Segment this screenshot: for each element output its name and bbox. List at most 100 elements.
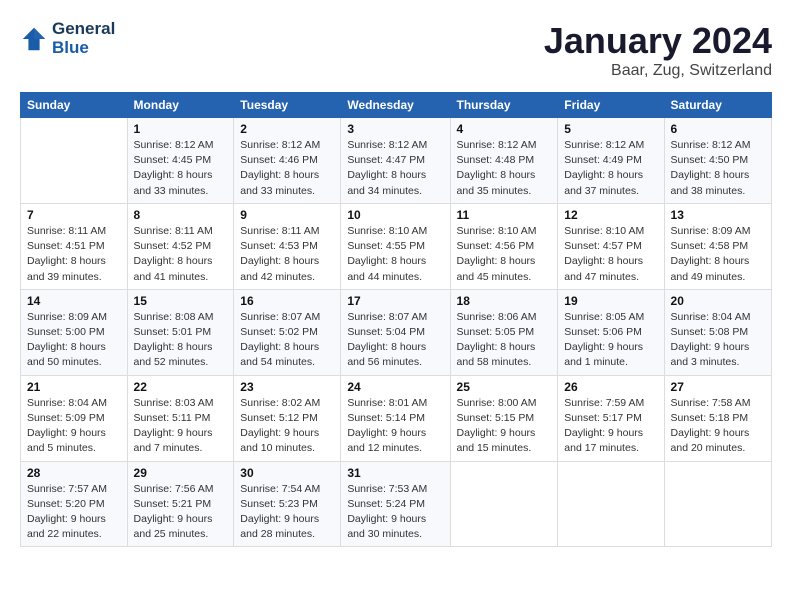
calendar-cell: 19 Sunrise: 8:05 AMSunset: 5:06 PMDayligh…	[558, 289, 664, 375]
header-saturday: Saturday	[664, 93, 771, 118]
day-number: 7	[27, 208, 121, 222]
calendar-cell: 27 Sunrise: 7:58 AMSunset: 5:18 PMDayligh…	[664, 375, 771, 461]
logo: General Blue	[20, 20, 115, 57]
calendar-week-row: 1Sunrise: 8:12 AMSunset: 4:45 PMDaylight…	[21, 118, 772, 204]
title-block: January 2024 Baar, Zug, Switzerland	[544, 20, 772, 80]
day-number: 2	[240, 122, 334, 136]
day-info: Sunrise: 7:57 AMSunset: 5:20 PMDaylight:…	[27, 482, 121, 543]
calendar-cell: 25 Sunrise: 8:00 AMSunset: 5:15 PMDayligh…	[450, 375, 558, 461]
day-info: Sunrise: 8:09 AMSunset: 4:58 PMDaylight:…	[671, 224, 765, 285]
calendar-week-row: 7 Sunrise: 8:11 AMSunset: 4:51 PMDaylight…	[21, 203, 772, 289]
day-number: 12	[564, 208, 657, 222]
day-info: Sunrise: 8:10 AMSunset: 4:56 PMDaylight:…	[457, 224, 552, 285]
calendar-cell: 24 Sunrise: 8:01 AMSunset: 5:14 PMDayligh…	[341, 375, 450, 461]
day-info: Sunrise: 8:12 AMSunset: 4:48 PMDaylight:…	[457, 138, 552, 199]
calendar-cell: 30 Sunrise: 7:54 AMSunset: 5:23 PMDayligh…	[234, 461, 341, 547]
header-monday: Monday	[127, 93, 234, 118]
day-info: Sunrise: 8:12 AMSunset: 4:49 PMDaylight:…	[564, 138, 657, 199]
calendar-cell: 1Sunrise: 8:12 AMSunset: 4:45 PMDaylight…	[127, 118, 234, 204]
day-info: Sunrise: 8:03 AMSunset: 5:11 PMDaylight:…	[134, 396, 228, 457]
day-info: Sunrise: 8:06 AMSunset: 5:05 PMDaylight:…	[457, 310, 552, 371]
header-wednesday: Wednesday	[341, 93, 450, 118]
header-sunday: Sunday	[21, 93, 128, 118]
day-info: Sunrise: 8:04 AMSunset: 5:08 PMDaylight:…	[671, 310, 765, 371]
day-number: 27	[671, 380, 765, 394]
header-friday: Friday	[558, 93, 664, 118]
day-number: 6	[671, 122, 765, 136]
day-info: Sunrise: 7:59 AMSunset: 5:17 PMDaylight:…	[564, 396, 657, 457]
day-number: 13	[671, 208, 765, 222]
calendar-cell	[664, 461, 771, 547]
calendar-cell: 15 Sunrise: 8:08 AMSunset: 5:01 PMDayligh…	[127, 289, 234, 375]
day-info: Sunrise: 8:10 AMSunset: 4:57 PMDaylight:…	[564, 224, 657, 285]
day-info: Sunrise: 7:58 AMSunset: 5:18 PMDaylight:…	[671, 396, 765, 457]
calendar-cell	[450, 461, 558, 547]
day-number: 26	[564, 380, 657, 394]
calendar-cell: 26 Sunrise: 7:59 AMSunset: 5:17 PMDayligh…	[558, 375, 664, 461]
day-number: 23	[240, 380, 334, 394]
day-number: 30	[240, 466, 334, 480]
day-info: Sunrise: 7:54 AMSunset: 5:23 PMDaylight:…	[240, 482, 334, 543]
calendar-cell: 8 Sunrise: 8:11 AMSunset: 4:52 PMDaylight…	[127, 203, 234, 289]
calendar-cell: 7 Sunrise: 8:11 AMSunset: 4:51 PMDaylight…	[21, 203, 128, 289]
day-number: 19	[564, 294, 657, 308]
calendar-cell: 23Sunrise: 8:02 AMSunset: 5:12 PMDayligh…	[234, 375, 341, 461]
day-info: Sunrise: 8:11 AMSunset: 4:51 PMDaylight:…	[27, 224, 121, 285]
day-info: Sunrise: 8:12 AMSunset: 4:50 PMDaylight:…	[671, 138, 765, 199]
day-info: Sunrise: 8:00 AMSunset: 5:15 PMDaylight:…	[457, 396, 552, 457]
calendar-cell	[558, 461, 664, 547]
calendar-cell: 28Sunrise: 7:57 AMSunset: 5:20 PMDayligh…	[21, 461, 128, 547]
calendar-table: Sunday Monday Tuesday Wednesday Thursday…	[20, 92, 772, 547]
calendar-cell: 6 Sunrise: 8:12 AMSunset: 4:50 PMDaylight…	[664, 118, 771, 204]
header-thursday: Thursday	[450, 93, 558, 118]
day-info: Sunrise: 8:11 AMSunset: 4:52 PMDaylight:…	[134, 224, 228, 285]
day-number: 18	[457, 294, 552, 308]
calendar-cell: 14 Sunrise: 8:09 AMSunset: 5:00 PMDayligh…	[21, 289, 128, 375]
calendar-cell: 31Sunrise: 7:53 AMSunset: 5:24 PMDayligh…	[341, 461, 450, 547]
day-info: Sunrise: 8:12 AMSunset: 4:45 PMDaylight:…	[134, 138, 228, 199]
calendar-body: 1Sunrise: 8:12 AMSunset: 4:45 PMDaylight…	[21, 118, 772, 547]
calendar-cell: 10Sunrise: 8:10 AMSunset: 4:55 PMDayligh…	[341, 203, 450, 289]
day-number: 21	[27, 380, 121, 394]
calendar-cell: 16Sunrise: 8:07 AMSunset: 5:02 PMDayligh…	[234, 289, 341, 375]
calendar-cell: 21Sunrise: 8:04 AMSunset: 5:09 PMDayligh…	[21, 375, 128, 461]
day-info: Sunrise: 7:53 AMSunset: 5:24 PMDaylight:…	[347, 482, 443, 543]
day-number: 11	[457, 208, 552, 222]
month-title: January 2024	[544, 20, 772, 62]
day-number: 29	[134, 466, 228, 480]
day-number: 8	[134, 208, 228, 222]
calendar-cell: 11 Sunrise: 8:10 AMSunset: 4:56 PMDayligh…	[450, 203, 558, 289]
calendar-cell	[21, 118, 128, 204]
day-info: Sunrise: 8:12 AMSunset: 4:46 PMDaylight:…	[240, 138, 334, 199]
day-info: Sunrise: 8:08 AMSunset: 5:01 PMDaylight:…	[134, 310, 228, 371]
calendar-page: General Blue January 2024 Baar, Zug, Swi…	[0, 0, 792, 612]
logo-icon	[20, 25, 48, 53]
calendar-header: Sunday Monday Tuesday Wednesday Thursday…	[21, 93, 772, 118]
logo-line1: General	[52, 20, 115, 39]
day-number: 24	[347, 380, 443, 394]
day-number: 25	[457, 380, 552, 394]
calendar-cell: 22Sunrise: 8:03 AMSunset: 5:11 PMDayligh…	[127, 375, 234, 461]
day-number: 20	[671, 294, 765, 308]
calendar-cell: 12 Sunrise: 8:10 AMSunset: 4:57 PMDayligh…	[558, 203, 664, 289]
day-number: 14	[27, 294, 121, 308]
calendar-week-row: 28Sunrise: 7:57 AMSunset: 5:20 PMDayligh…	[21, 461, 772, 547]
calendar-cell: 2 Sunrise: 8:12 AMSunset: 4:46 PMDaylight…	[234, 118, 341, 204]
day-info: Sunrise: 7:56 AMSunset: 5:21 PMDaylight:…	[134, 482, 228, 543]
calendar-cell: 9Sunrise: 8:11 AMSunset: 4:53 PMDaylight…	[234, 203, 341, 289]
day-info: Sunrise: 8:05 AMSunset: 5:06 PMDaylight:…	[564, 310, 657, 371]
calendar-week-row: 14 Sunrise: 8:09 AMSunset: 5:00 PMDayligh…	[21, 289, 772, 375]
day-info: Sunrise: 8:12 AMSunset: 4:47 PMDaylight:…	[347, 138, 443, 199]
day-number: 15	[134, 294, 228, 308]
calendar-cell: 18 Sunrise: 8:06 AMSunset: 5:05 PMDayligh…	[450, 289, 558, 375]
calendar-cell: 5Sunrise: 8:12 AMSunset: 4:49 PMDaylight…	[558, 118, 664, 204]
calendar-cell: 13 Sunrise: 8:09 AMSunset: 4:58 PMDayligh…	[664, 203, 771, 289]
calendar-cell: 3Sunrise: 8:12 AMSunset: 4:47 PMDaylight…	[341, 118, 450, 204]
day-info: Sunrise: 8:09 AMSunset: 5:00 PMDaylight:…	[27, 310, 121, 371]
header: General Blue January 2024 Baar, Zug, Swi…	[20, 20, 772, 80]
day-number: 10	[347, 208, 443, 222]
calendar-cell: 20 Sunrise: 8:04 AMSunset: 5:08 PMDayligh…	[664, 289, 771, 375]
day-number: 17	[347, 294, 443, 308]
day-info: Sunrise: 8:01 AMSunset: 5:14 PMDaylight:…	[347, 396, 443, 457]
day-number: 9	[240, 208, 334, 222]
